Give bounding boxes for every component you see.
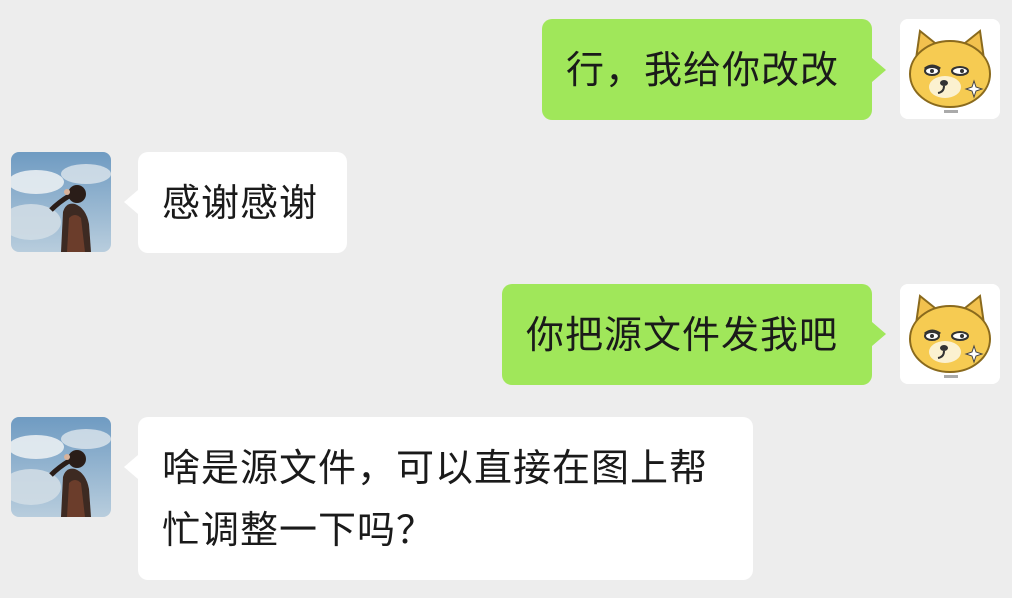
chat-area[interactable]: 行，我给你改改 感谢感谢 你把源文件发我吧 啥是源文件，可以直接在图上帮忙调整一… xyxy=(0,0,1012,598)
message-bubble[interactable]: 你把源文件发我吧 xyxy=(502,284,872,385)
message-row-incoming: 啥是源文件，可以直接在图上帮忙调整一下吗？ xyxy=(0,390,1012,598)
message-text: 啥是源文件，可以直接在图上帮忙调整一下吗？ xyxy=(162,446,709,552)
message-row-outgoing: 你把源文件发我吧 xyxy=(0,260,1012,390)
message-row-incoming: 感谢感谢 xyxy=(0,130,1012,260)
bubble-tail xyxy=(872,58,886,82)
bubble-tail xyxy=(872,322,886,346)
doge-avatar-image xyxy=(900,284,1000,384)
doge-avatar[interactable] xyxy=(900,284,1000,384)
message-bubble[interactable]: 感谢感谢 xyxy=(138,152,347,253)
photo-avatar-image xyxy=(11,417,111,517)
photo-avatar[interactable] xyxy=(11,417,111,517)
doge-avatar-image xyxy=(900,19,1000,119)
bubble-tail xyxy=(124,455,138,479)
message-row-outgoing: 行，我给你改改 xyxy=(0,0,1012,130)
doge-avatar[interactable] xyxy=(900,19,1000,119)
message-text: 你把源文件发我吧 xyxy=(526,313,839,357)
message-text: 行，我给你改改 xyxy=(566,48,840,92)
message-bubble[interactable]: 啥是源文件，可以直接在图上帮忙调整一下吗？ xyxy=(138,417,753,580)
photo-avatar-image xyxy=(11,152,111,252)
photo-avatar[interactable] xyxy=(11,152,111,252)
message-text: 感谢感谢 xyxy=(162,181,319,225)
bubble-tail xyxy=(124,190,138,214)
message-bubble[interactable]: 行，我给你改改 xyxy=(542,19,872,120)
